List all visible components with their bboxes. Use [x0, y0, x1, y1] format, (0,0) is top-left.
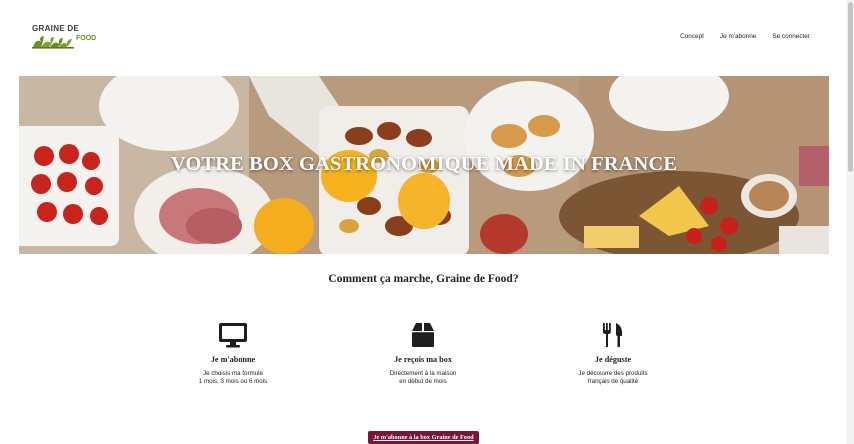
step-subscribe: Je m'abonne Je choisis ma formule 1 mois…: [158, 322, 308, 387]
nav-subscribe[interactable]: Je m'abonne: [720, 33, 756, 40]
step-desc-line: français de qualité: [587, 378, 639, 386]
step-receive: Je reçois ma box Directement à la maison…: [348, 322, 498, 387]
box-icon: [412, 323, 434, 347]
how-it-works-steps: Je m'abonne Je choisis ma formule 1 mois…: [0, 322, 847, 392]
hero-title: VOTRE BOX GASTRONOMIQUE MADE IN FRANCE: [170, 153, 678, 175]
step-desc-line: Directement à la maison: [389, 370, 457, 377]
step-description: Je choisis ma formule 1 mois, 3 mois ou …: [158, 370, 308, 387]
nav-concept[interactable]: Concept: [680, 33, 704, 40]
monitor-icon: [219, 323, 247, 348]
step-description: Directement à la maison en début de mois: [348, 370, 498, 387]
step-description: Je découvre des produits français de qua…: [538, 370, 688, 387]
step-title: Je reçois ma box: [394, 355, 452, 364]
hero-banner: VOTRE BOX GASTRONOMIQUE MADE IN FRANCE: [19, 76, 829, 254]
step-desc-line: 1 mois, 3 mois ou 6 mois: [198, 378, 268, 386]
logo-text-top: GRAINE DE: [32, 24, 80, 33]
sprout-icon: [32, 36, 74, 49]
brand-logo[interactable]: GRAINE DE FOOD: [32, 24, 98, 50]
how-it-works-title: Comment ça marche, Graine de Food?: [328, 273, 519, 285]
scrollbar-thumb[interactable]: [848, 2, 853, 172]
site-header: GRAINE DE FOOD Concept Je m'abonne Se co…: [0, 0, 847, 76]
step-desc-line: Je choisis ma formule: [203, 370, 263, 377]
main-nav: Concept Je m'abonne Se connecter: [680, 33, 810, 40]
step-desc-line: Je découvre des produits: [578, 370, 648, 377]
step-desc-line: en début de mois: [399, 378, 447, 386]
logo-text-bottom: FOOD: [76, 35, 97, 42]
fork-knife-icon: [603, 323, 623, 347]
nav-login[interactable]: Se connecter: [772, 33, 810, 40]
step-title: Je m'abonne: [210, 355, 256, 364]
subscribe-cta-button[interactable]: Je m'abonne à la box Graine de Food: [368, 431, 479, 444]
page-scrollbar[interactable]: [847, 0, 854, 444]
step-title: Je déguste: [594, 355, 632, 364]
step-taste: Je déguste Je découvre des produits fran…: [538, 322, 688, 387]
